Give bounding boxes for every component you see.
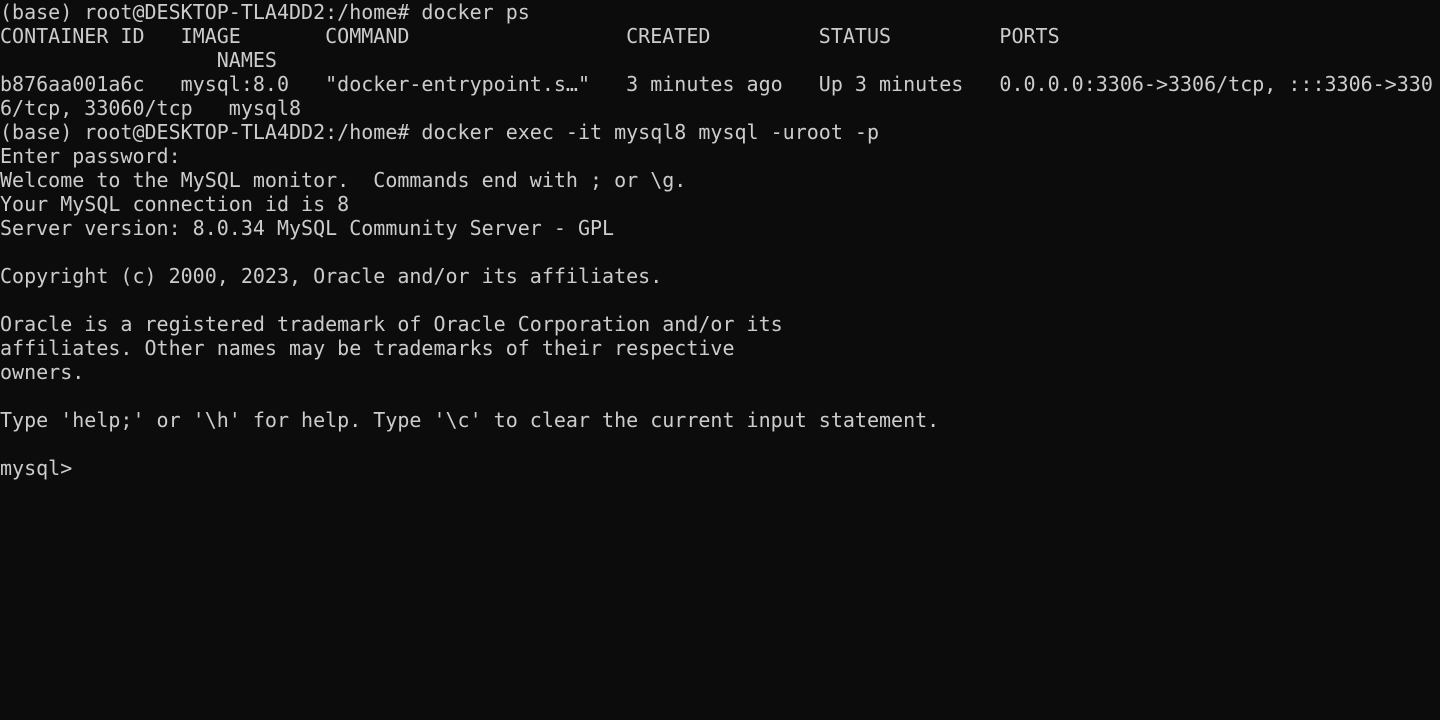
terminal-line-table-header: CONTAINER ID IMAGE COMMAND CREATED STATU… — [0, 24, 1060, 48]
terminal-line-container-row-wrap: 6/tcp, 33060/tcp mysql8 — [0, 96, 302, 120]
terminal-line-copyright: Copyright (c) 2000, 2023, Oracle and/or … — [0, 264, 663, 288]
terminal-line-prompt-docker-ps: (base) root@DESKTOP-TLA4DD2:/home# docke… — [0, 0, 530, 24]
terminal-line-trademark-2: affiliates. Other names may be trademark… — [0, 336, 735, 360]
terminal-line-container-row: b876aa001a6c mysql:8.0 "docker-entrypoin… — [0, 72, 1433, 96]
terminal-line-connection-id: Your MySQL connection id is 8 — [0, 192, 350, 216]
terminal-input-line[interactable]: mysql> — [0, 456, 1440, 480]
terminal-line-table-header-names: NAMES — [0, 48, 277, 72]
terminal-window[interactable]: (base) root@DESKTOP-TLA4DD2:/home# docke… — [0, 0, 1440, 720]
terminal-line-prompt-docker-exec: (base) root@DESKTOP-TLA4DD2:/home# docke… — [0, 120, 879, 144]
terminal-line-server-version: Server version: 8.0.34 MySQL Community S… — [0, 216, 615, 240]
terminal-line-help-hint: Type 'help;' or '\h' for help. Type '\c'… — [0, 408, 940, 432]
terminal-line-welcome: Welcome to the MySQL monitor. Commands e… — [0, 168, 687, 192]
terminal-line-enter-password: Enter password: — [0, 144, 181, 168]
terminal-line-trademark-3: owners. — [0, 360, 85, 384]
mysql-prompt: mysql> — [0, 456, 73, 480]
terminal-line-trademark-1: Oracle is a registered trademark of Orac… — [0, 312, 783, 336]
